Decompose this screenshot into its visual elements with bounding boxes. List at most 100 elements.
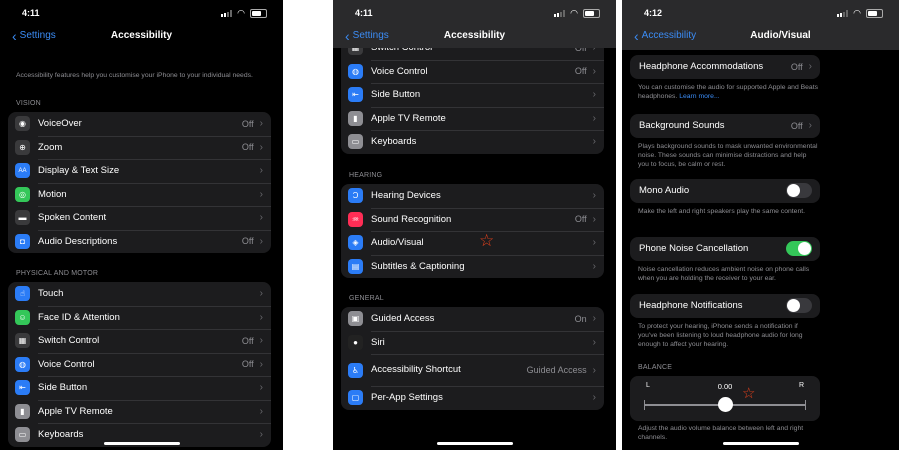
- toggle-knob: [787, 184, 800, 198]
- row-label: Audio Descriptions: [38, 235, 118, 247]
- row-label: Voice Control: [38, 358, 95, 370]
- status-time: 4:11: [355, 8, 373, 18]
- touch-hand-icon: ☝: [15, 286, 30, 302]
- list-item[interactable]: Ɔ Hearing Devices ›: [341, 184, 604, 208]
- row-label: Touch: [38, 288, 64, 300]
- row-label: Face ID & Attention: [38, 311, 120, 323]
- balance-tick-left: [644, 400, 645, 410]
- list-item[interactable]: ◎ Motion ›: [8, 182, 271, 207]
- signal-icon: [554, 10, 566, 17]
- chevron-right-icon: ›: [592, 190, 596, 202]
- headphone-accommodations-group: Headphone Accommodations Off ›: [630, 55, 820, 79]
- chevron-left-icon: ‹: [634, 27, 639, 44]
- list-item[interactable]: ▤ Subtitles & Captioning ›: [341, 254, 604, 279]
- signal-icon: [837, 10, 849, 17]
- status-time: 4:12: [644, 8, 663, 18]
- balance-right-label: R: [798, 382, 804, 389]
- nav-bar: ‹ Settings Accessibility: [333, 28, 616, 46]
- list-item[interactable]: ◍ Voice Control Off ›: [341, 59, 604, 84]
- list-item[interactable]: AA Display & Text Size ›: [8, 159, 271, 183]
- mono-audio-row: Mono Audio: [630, 179, 820, 203]
- row-label: Side Button: [38, 382, 88, 394]
- nav-bar: ‹ Accessibility Audio/Visual: [622, 28, 899, 46]
- list-item[interactable]: ▮ Apple TV Remote ›: [8, 399, 271, 424]
- chevron-right-icon: ›: [259, 118, 263, 130]
- bs-footer: Plays background sounds to mask unwanted…: [638, 143, 818, 168]
- list-item[interactable]: ◈ Audio/Visual ›: [341, 231, 604, 255]
- nc-footer: Noise cancellation reduces ambient noise…: [638, 266, 810, 282]
- row-value: On: [574, 313, 587, 324]
- page-title: Accessibility: [443, 30, 506, 41]
- list-item[interactable]: ⇤ Side Button ›: [341, 83, 604, 107]
- row-value: Off: [790, 61, 803, 72]
- list-item[interactable]: ▢ Per-App Settings ›: [341, 386, 604, 410]
- list-item[interactable]: ☝ Touch ›: [8, 282, 271, 306]
- battery-icon: [250, 9, 267, 18]
- section-header-physical: PHYSICAL AND MOTOR: [16, 270, 99, 277]
- row-label: Voice Control: [371, 65, 428, 77]
- speech-bubble-icon: ▬: [15, 210, 30, 226]
- audio-description-icon: ◘: [15, 233, 30, 249]
- ha-footer: You can customise the audio for supporte…: [638, 83, 818, 101]
- list-item[interactable]: ☺ Face ID & Attention ›: [8, 305, 271, 330]
- chevron-right-icon: ›: [592, 112, 596, 124]
- side-button-icon: ⇤: [15, 380, 30, 396]
- row-label: Phone Noise Cancellation: [639, 243, 749, 255]
- chevron-right-icon: ›: [259, 429, 263, 441]
- row-label: Spoken Content: [38, 212, 107, 224]
- page-title: Accessibility: [110, 30, 173, 41]
- battery-icon: [583, 9, 600, 18]
- headphone-accommodations-row[interactable]: Headphone Accommodations Off ›: [630, 55, 820, 79]
- list-item[interactable]: ♿ Accessibility Shortcut Guided Access ›: [341, 354, 604, 386]
- wifi-icon: ◠: [237, 8, 245, 18]
- row-value: Guided Access: [526, 365, 587, 375]
- list-item[interactable]: ● Siri ›: [341, 330, 604, 355]
- row-label: Display & Text Size: [38, 165, 120, 177]
- balance-thumb[interactable]: [717, 397, 733, 412]
- headphone-notifications-toggle[interactable]: [786, 298, 812, 314]
- home-indicator: [103, 442, 180, 445]
- list-item[interactable]: ◍ Voice Control Off ›: [8, 352, 271, 377]
- chevron-right-icon: ›: [259, 335, 263, 347]
- chevron-right-icon: ›: [592, 213, 596, 225]
- background-sounds-row[interactable]: Background Sounds Off ›: [630, 114, 820, 138]
- row-label: Accessibility Shortcut: [371, 364, 461, 375]
- per-app-icon: ▢: [348, 390, 363, 406]
- list-item[interactable]: ⊕ Zoom Off ›: [8, 135, 271, 160]
- chevron-right-icon: ›: [592, 89, 596, 101]
- mono-audio-toggle[interactable]: [786, 183, 812, 199]
- list-item[interactable]: ♒ Sound Recognition Off ›: [341, 207, 604, 232]
- background-sounds-group: Background Sounds Off ›: [630, 114, 820, 138]
- headphone-notifications-group: Headphone Notifications: [630, 294, 820, 318]
- list-item[interactable]: ▦ Switch Control Off ›: [8, 329, 271, 353]
- status-bar: 4:11 ◠: [333, 0, 616, 26]
- battery-icon: [866, 9, 883, 18]
- accessibility-icon: ♿: [348, 362, 363, 378]
- ha-footer-text: You can customise the audio for supporte…: [638, 84, 818, 100]
- general-group: ▣ Guided Access On › ● Siri › ♿ Accessibility Sh…: [341, 307, 604, 410]
- row-label: Apple TV Remote: [38, 405, 113, 417]
- row-label: Subtitles & Captioning: [371, 260, 465, 272]
- chevron-right-icon: ›: [808, 61, 812, 73]
- balance-slider-group: L 0.00 R: [630, 376, 820, 421]
- list-item[interactable]: ⇤ Side Button ›: [8, 376, 271, 400]
- list-item[interactable]: ▮ Apple TV Remote ›: [341, 106, 604, 131]
- list-item[interactable]: ◉ VoiceOver Off ›: [8, 112, 271, 136]
- list-item[interactable]: ◘ Audio Descriptions Off ›: [8, 229, 271, 254]
- list-item[interactable]: ▭ Keyboards ›: [341, 130, 604, 154]
- noise-cancellation-toggle[interactable]: [786, 241, 812, 257]
- status-time: 4:11: [22, 8, 40, 18]
- page-title: Audio/Visual: [750, 30, 811, 41]
- voiceover-icon: ◉: [15, 116, 30, 132]
- learn-more-link[interactable]: Learn more...: [679, 93, 719, 100]
- noise-cancellation-row: Phone Noise Cancellation: [630, 237, 820, 261]
- list-item[interactable]: ▣ Guided Access On ›: [341, 307, 604, 331]
- chevron-right-icon: ›: [259, 188, 263, 200]
- row-value: Off: [241, 236, 254, 247]
- hn-footer: To protect your hearing, iPhone sends a …: [638, 323, 803, 348]
- list-item[interactable]: ▬ Spoken Content ›: [8, 206, 271, 230]
- screen-accessibility-2: ▦Switch ControlOff›◍Voice ControlOff›⇤Si…: [333, 0, 616, 450]
- chevron-right-icon: ›: [259, 405, 263, 417]
- row-label: Keyboards: [38, 429, 84, 441]
- row-label: Switch Control: [38, 335, 100, 347]
